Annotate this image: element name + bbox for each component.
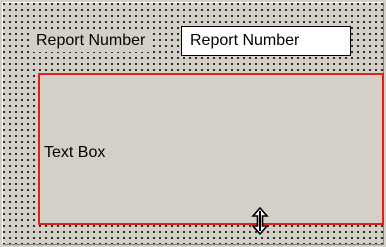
vertical-resize-cursor-icon	[251, 207, 269, 235]
report-number-field[interactable]: Report Number	[181, 26, 351, 56]
text-box-control[interactable]: Text Box	[38, 73, 384, 225]
report-number-label[interactable]: Report Number	[32, 30, 150, 52]
text-box-label: Text Box	[44, 144, 106, 161]
design-canvas[interactable]: Report Number Report Number Text Box	[0, 0, 386, 247]
